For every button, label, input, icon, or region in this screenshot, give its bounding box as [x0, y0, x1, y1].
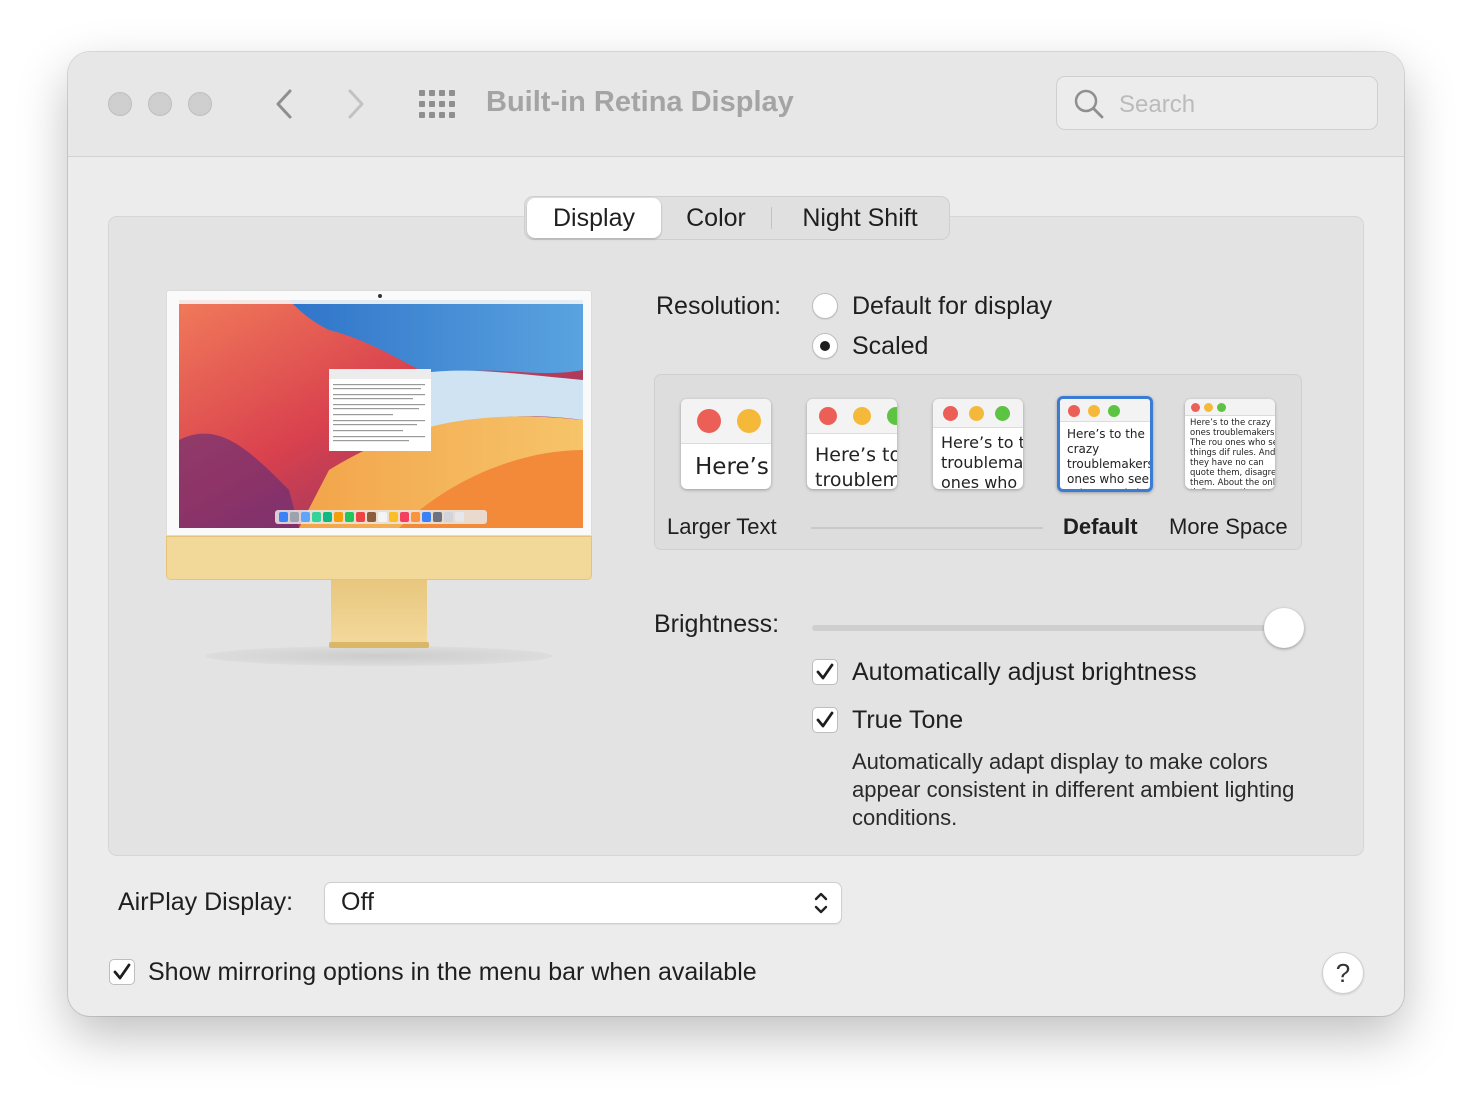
title-bar: Built-in Retina Display Search: [68, 52, 1404, 157]
scaled-resolution-picker: Here’s Here’s to troublem Here’s to the …: [654, 374, 1302, 550]
minimize-dot-icon: [737, 409, 761, 433]
search-placeholder: Search: [1119, 91, 1196, 118]
scale-preview-text: Here’s to the crazy ones troublemakers. …: [1190, 418, 1275, 489]
scale-preview-text: Here’s to the troublema ones who: [941, 433, 1023, 489]
imac-shadow: [206, 646, 552, 666]
radio-default-for-display[interactable]: [812, 293, 838, 319]
airplay-display-popup[interactable]: Off: [324, 882, 842, 924]
close-dot-icon: [697, 409, 721, 433]
show-all-grid-icon[interactable]: [418, 88, 458, 120]
radio-default-for-display-label[interactable]: Default for display: [852, 292, 1052, 321]
radio-scaled[interactable]: [812, 333, 838, 359]
imac-illustration: [166, 290, 594, 710]
checkmark-icon: [816, 663, 834, 680]
scale-preview-text: Here’s to troublem: [815, 444, 897, 489]
tab-night-shift[interactable]: Night Shift: [772, 198, 948, 238]
mirroring-options-checkbox[interactable]: [109, 959, 135, 985]
back-button[interactable]: [264, 86, 304, 122]
scale-preview-text: Here’s to the crazy troublemakers. ones …: [1067, 427, 1153, 489]
updown-chevron-icon: [814, 892, 828, 914]
desktop-dock: [275, 510, 487, 524]
zoom-dot-icon: [1108, 405, 1120, 417]
zoom-button[interactable]: [188, 92, 212, 116]
search-icon: [1074, 89, 1104, 119]
auto-brightness-label[interactable]: Automatically adjust brightness: [852, 658, 1197, 687]
checkmark-icon: [113, 963, 131, 980]
tab-color[interactable]: Color: [661, 198, 771, 238]
airplay-display-value: Off: [341, 888, 374, 916]
checkmark-icon: [816, 711, 834, 728]
camera-dot: [378, 294, 382, 298]
true-tone-checkbox[interactable]: [812, 707, 838, 733]
minimize-button[interactable]: [148, 92, 172, 116]
scale-option-3[interactable]: Here’s to the troublema ones who: [933, 399, 1023, 489]
imac-chin: [166, 536, 592, 580]
minimize-dot-icon: [1088, 405, 1100, 417]
brightness-slider-knob[interactable]: [1264, 608, 1304, 648]
imac-stand: [331, 580, 427, 644]
close-dot-icon: [1191, 403, 1200, 412]
system-preferences-window: Built-in Retina Display Search Display C…: [68, 52, 1404, 1016]
scale-label-more-space: More Space: [1169, 514, 1288, 539]
tab-bar: Display Color Night Shift: [524, 196, 950, 240]
scale-option-2[interactable]: Here’s to troublem: [807, 399, 897, 489]
scale-preview-text: Here’s: [695, 454, 769, 480]
minimize-dot-icon: [853, 407, 871, 425]
brightness-label: Brightness:: [654, 610, 780, 638]
true-tone-label[interactable]: True Tone: [852, 706, 963, 735]
zoom-dot-icon: [995, 406, 1010, 421]
true-tone-description: Automatically adapt display to make colo…: [852, 749, 1295, 830]
forward-button[interactable]: [336, 86, 376, 122]
scale-option-default[interactable]: Here’s to the crazy troublemakers. ones …: [1057, 396, 1153, 492]
scale-label-larger-text: Larger Text: [667, 514, 777, 539]
scale-label-default: Default: [1063, 514, 1138, 539]
resolution-label: Resolution:: [656, 292, 782, 320]
desktop-wallpaper: [179, 300, 583, 528]
close-dot-icon: [1068, 405, 1080, 417]
tab-display[interactable]: Display: [527, 198, 661, 238]
close-dot-icon: [943, 406, 958, 421]
chevron-right-icon: [348, 89, 364, 119]
radio-scaled-label[interactable]: Scaled: [852, 332, 928, 361]
scale-option-more-space[interactable]: Here’s to the crazy ones troublemakers. …: [1185, 399, 1275, 489]
auto-brightness-checkbox[interactable]: [812, 659, 838, 685]
mirroring-options-label[interactable]: Show mirroring options in the menu bar w…: [148, 958, 757, 987]
scale-option-larger-text[interactable]: Here’s: [681, 399, 771, 489]
minimize-dot-icon: [969, 406, 984, 421]
window-title: Built-in Retina Display: [486, 86, 794, 118]
airplay-display-label: AirPlay Display:: [118, 888, 294, 916]
scale-divider-line: [811, 527, 1043, 529]
close-dot-icon: [819, 407, 837, 425]
imac-foot: [329, 642, 429, 648]
brightness-slider-track[interactable]: [812, 625, 1286, 631]
imac-screen-frame: [166, 290, 592, 536]
search-field[interactable]: Search: [1056, 76, 1378, 130]
help-button[interactable]: ?: [1322, 952, 1364, 994]
chevron-left-icon: [276, 89, 292, 119]
minimize-dot-icon: [1204, 403, 1213, 412]
close-button[interactable]: [108, 92, 132, 116]
desktop-window-preview: [329, 369, 431, 451]
zoom-dot-icon: [1217, 403, 1226, 412]
